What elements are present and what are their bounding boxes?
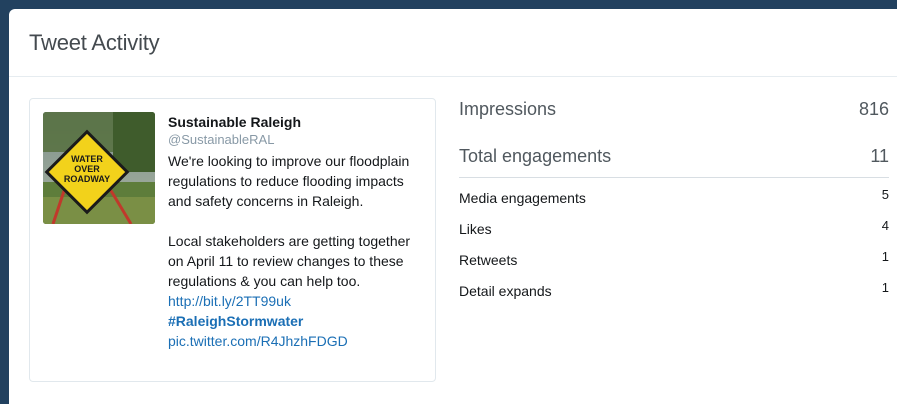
sign-line-1: WATER <box>71 154 103 164</box>
pic-link[interactable]: pic.twitter.com/R4JhzhFDGD <box>168 333 348 349</box>
retweets-row: Retweets 1 <box>459 248 889 269</box>
tweet-activity-modal: Tweet Activity WATER OVER ROADWAY Sustai… <box>9 9 897 404</box>
impressions-label: Impressions <box>459 98 557 119</box>
retweets-value: 1 <box>881 248 889 264</box>
media-engagements-label: Media engagements <box>459 190 586 206</box>
total-engagements-value: 11 <box>870 145 889 166</box>
hashtag-link[interactable]: #RaleighStormwater <box>168 313 303 329</box>
tweet-paragraph-1: We're looking to improve our floodplain … <box>168 153 410 209</box>
sign-line-2: OVER <box>74 164 100 174</box>
total-engagements-row: Total engagements 11 <box>459 146 889 166</box>
modal-header: Tweet Activity <box>9 9 897 77</box>
tweet-media-image[interactable]: WATER OVER ROADWAY <box>43 112 155 224</box>
tweet-paragraph-2-text: Local stakeholders are getting together … <box>168 233 411 289</box>
sign-line-3: ROADWAY <box>64 174 110 184</box>
water-over-roadway-photo: WATER OVER ROADWAY <box>43 112 155 224</box>
detail-expands-label: Detail expands <box>459 283 552 299</box>
impressions-value: 816 <box>858 98 889 119</box>
likes-label: Likes <box>459 221 492 237</box>
stats-panel: Impressions 816 Total engagements 11 Med… <box>459 98 889 300</box>
media-engagements-value: 5 <box>881 186 889 202</box>
tweet-link[interactable]: http://bit.ly/2TT99uk <box>168 293 291 309</box>
media-engagements-row: Media engagements 5 <box>459 186 889 207</box>
author-name[interactable]: Sustainable Raleigh <box>168 113 418 131</box>
impressions-row: Impressions 816 <box>459 99 889 119</box>
tweet-text: We're looking to improve our floodplain … <box>168 151 418 351</box>
detail-expands-row: Detail expands 1 <box>459 279 889 300</box>
likes-value: 4 <box>881 217 889 233</box>
detail-expands-value: 1 <box>881 279 889 295</box>
tweet-paragraph-2: Local stakeholders are getting together … <box>168 231 418 351</box>
tweet-card[interactable]: WATER OVER ROADWAY Sustainable Raleigh @… <box>29 98 436 382</box>
stats-divider <box>459 177 889 178</box>
modal-title: Tweet Activity <box>29 29 160 55</box>
retweets-label: Retweets <box>459 252 518 268</box>
tweet-body: Sustainable Raleigh @SustainableRAL We'r… <box>168 113 418 351</box>
total-engagements-label: Total engagements <box>459 145 612 166</box>
author-handle[interactable]: @SustainableRAL <box>168 131 418 149</box>
likes-row: Likes 4 <box>459 217 889 238</box>
